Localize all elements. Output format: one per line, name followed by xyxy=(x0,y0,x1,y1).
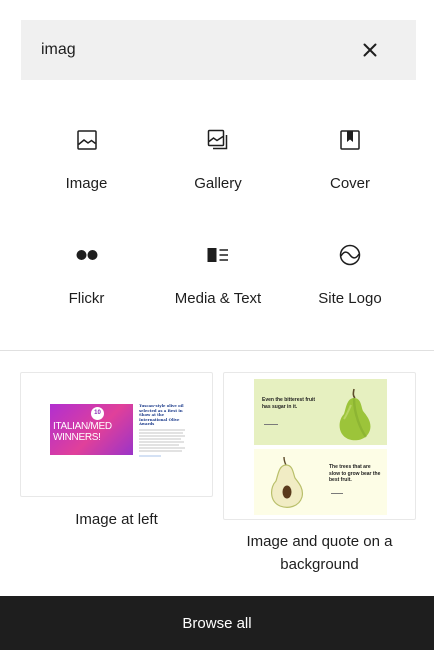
pattern-caption: Image at left xyxy=(75,511,158,528)
block-item-label: Media & Text xyxy=(174,290,262,307)
browse-all-button[interactable]: Browse all xyxy=(0,596,434,650)
pattern-caption: Image and quote on a background xyxy=(246,533,393,573)
pattern-image-at-left[interactable]: 10 ITALIAN/MED WINNERS! Tuscan-style oli… xyxy=(20,372,213,531)
block-search xyxy=(21,20,416,80)
pattern-preview: 10 ITALIAN/MED WINNERS! Tuscan-style oli… xyxy=(20,372,213,497)
block-item-flickr[interactable]: Flickr xyxy=(21,225,152,340)
block-item-media-text[interactable]: Media & Text xyxy=(152,225,284,340)
pear-image xyxy=(339,388,371,441)
block-item-cover[interactable]: Cover xyxy=(284,110,416,225)
search-input[interactable] xyxy=(21,20,361,80)
preview-body-text xyxy=(139,429,185,457)
preview-citation xyxy=(264,424,278,425)
media-text-icon xyxy=(207,248,228,262)
preview-image-text: ITALIAN/MED WINNERS! xyxy=(53,421,112,443)
clear-search-icon[interactable] xyxy=(360,40,380,60)
cover-icon xyxy=(340,130,360,150)
pattern-preview: Even the bitterest fruit has sugar in it… xyxy=(223,372,416,520)
pear-half-image xyxy=(271,456,304,508)
block-item-label: Image xyxy=(65,175,108,192)
image-icon xyxy=(76,130,97,150)
preview-panel-bottom: The trees that are slow to grow bear the… xyxy=(254,449,387,515)
gallery-icon xyxy=(207,129,228,150)
block-results: Image Gallery Cover Flickr Media & Text xyxy=(21,110,416,340)
preview-citation xyxy=(331,493,343,494)
preview-panel-top: Even the bitterest fruit has sugar in it… xyxy=(254,379,387,445)
pattern-image-and-quote[interactable]: Even the bitterest fruit has sugar in it… xyxy=(223,372,416,576)
preview-badge: 10 xyxy=(91,407,104,420)
site-logo-icon xyxy=(339,244,361,266)
flickr-icon xyxy=(76,250,97,260)
preview-image: 10 ITALIAN/MED WINNERS! xyxy=(50,404,133,455)
preview-quote-top: Even the bitterest fruit has sugar in it… xyxy=(262,397,316,410)
block-item-site-logo[interactable]: Site Logo xyxy=(284,225,416,340)
block-item-gallery[interactable]: Gallery xyxy=(152,110,284,225)
block-item-label: Gallery xyxy=(194,175,242,192)
preview-quote-bottom: The trees that are slow to grow bear the… xyxy=(329,464,381,483)
browse-all-label: Browse all xyxy=(182,614,252,632)
block-item-label: Site Logo xyxy=(318,290,382,307)
section-divider xyxy=(0,350,434,351)
block-item-label: Cover xyxy=(329,175,370,192)
preview-heading: Tuscan-style olive oil selected as a Bes… xyxy=(139,404,184,426)
block-item-label: Flickr xyxy=(68,290,105,307)
block-item-image[interactable]: Image xyxy=(21,110,152,225)
